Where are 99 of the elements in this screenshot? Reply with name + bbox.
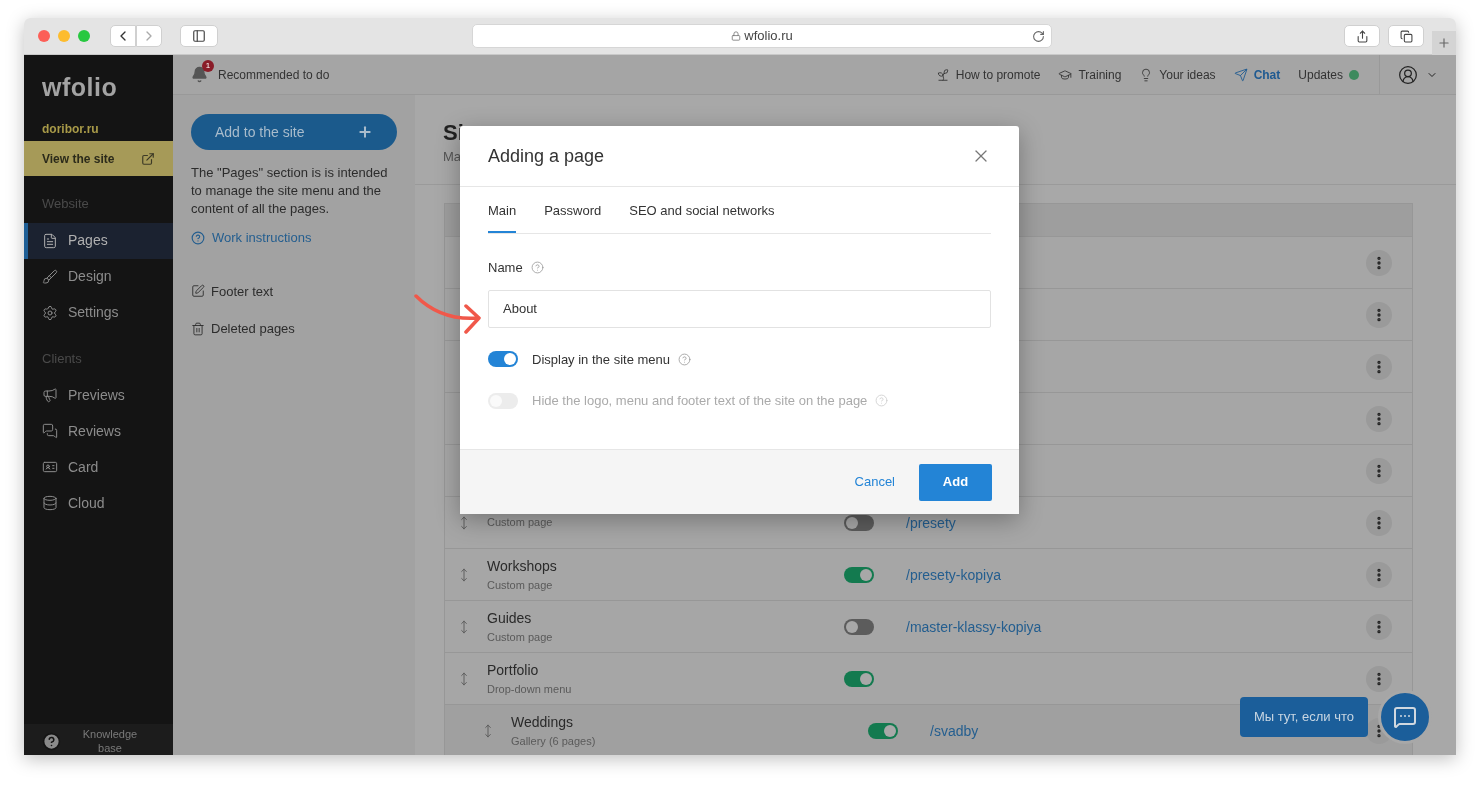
sidebar-item[interactable]: Settings: [24, 294, 173, 331]
notification-badge: 1: [202, 60, 214, 72]
paper-plane-icon: [1233, 67, 1248, 82]
database-icon: [42, 495, 58, 511]
modal-title: Adding a page: [488, 144, 605, 168]
page-type: Custom page: [487, 629, 554, 645]
sidebar-item[interactable]: Card: [24, 449, 173, 485]
address-text: wfolio.ru: [744, 27, 793, 46]
top-nav-link[interactable]: How to promote: [935, 65, 1041, 84]
more-options-button[interactable]: [1366, 457, 1392, 484]
help-icon: [191, 230, 205, 245]
chat-prompt-tooltip[interactable]: Мы тут, если что: [1239, 697, 1368, 737]
page-url-link[interactable]: /master-klassy-kopiya: [906, 618, 1042, 635]
toggle-switch[interactable]: [844, 566, 874, 583]
page-title: Weddings: [511, 712, 574, 732]
top-nav-link[interactable]: Chat: [1233, 65, 1281, 84]
top-nav-link[interactable]: Your ideas: [1139, 65, 1216, 84]
toggle-switch[interactable]: [488, 351, 518, 368]
add-to-site-button[interactable]: Add to the site: [191, 114, 397, 150]
page-title: Guides: [487, 608, 533, 628]
close-window-button[interactable]: [38, 30, 50, 42]
knowledge-base-link[interactable]: Knowledge base: [24, 724, 173, 755]
sidebar-item[interactable]: Pages: [24, 222, 173, 259]
site-domain[interactable]: doribor.ru: [24, 117, 173, 141]
share-icon: [1355, 29, 1369, 43]
id-card-icon: [42, 459, 58, 475]
trash-icon: [191, 321, 205, 336]
graduation-cap-icon: [1058, 67, 1073, 82]
page-url-link[interactable]: /presety-kopiya: [906, 566, 1001, 583]
more-options-button[interactable]: [1366, 665, 1392, 692]
user-avatar-icon[interactable]: [1398, 64, 1418, 85]
page-type: Custom page: [487, 515, 554, 531]
annotation-arrow: [414, 294, 482, 335]
more-options-button[interactable]: [1366, 249, 1392, 276]
plus-icon: [357, 124, 373, 140]
panel-link[interactable]: Footer text: [191, 281, 397, 301]
toggle-label: Display in the site menu: [532, 350, 670, 369]
sidebar-item[interactable]: Previews: [24, 377, 173, 413]
more-options-button[interactable]: [1366, 509, 1392, 536]
reload-icon[interactable]: [1032, 29, 1045, 43]
page-type: Drop-down menu: [487, 681, 573, 697]
share-button[interactable]: [1344, 25, 1380, 47]
field-label: Name: [488, 259, 523, 277]
more-options-button[interactable]: [1366, 561, 1392, 588]
bell-icon[interactable]: [191, 66, 208, 83]
page-type: Custom page: [487, 577, 554, 593]
tab[interactable]: Password: [544, 201, 602, 233]
address-bar[interactable]: wfolio.ru: [472, 24, 1052, 48]
more-options-button[interactable]: [1366, 405, 1392, 432]
help-icon: [678, 352, 691, 366]
lock-icon: [731, 31, 742, 41]
help-icon: [42, 731, 61, 751]
tab[interactable]: SEO and social networks: [629, 201, 775, 233]
page-type: Gallery (6 pages): [511, 733, 597, 749]
more-options-button[interactable]: [1366, 301, 1392, 328]
name-input-field[interactable]: About: [488, 289, 991, 328]
help-icon: [530, 261, 544, 275]
back-button[interactable]: [110, 25, 136, 47]
sidebar-item[interactable]: Design: [24, 258, 173, 295]
more-options-button[interactable]: [1366, 353, 1392, 380]
new-tab-button[interactable]: [1432, 31, 1456, 55]
tabs-overview-button[interactable]: [1388, 25, 1424, 47]
add-button[interactable]: Add: [919, 463, 992, 501]
more-options-button[interactable]: [1366, 613, 1392, 640]
cancel-button[interactable]: Cancel: [854, 472, 895, 492]
toggle-switch[interactable]: [844, 618, 874, 635]
page-title: Portfolio: [487, 660, 540, 680]
top-nav-link[interactable]: Updates: [1298, 65, 1359, 84]
toggle-label: Hide the logo, menu and footer text of the site on the page: [532, 392, 868, 410]
work-instructions-link[interactable]: Work instructions: [212, 228, 312, 248]
sprout-icon: [935, 67, 950, 82]
settings-icon: [42, 304, 58, 321]
view-site-button[interactable]: View the site: [24, 141, 173, 176]
sidebar-item[interactable]: Reviews: [24, 413, 173, 449]
toggle-switch[interactable]: [844, 514, 874, 531]
panel-link[interactable]: Deleted pages: [191, 319, 397, 339]
sidebar-panel-icon: [192, 29, 206, 43]
section-description: The "Pages" section is is intended to manage the site menu and the content of all the pages.: [191, 164, 389, 218]
top-nav-link[interactable]: Training: [1058, 65, 1122, 84]
tab[interactable]: Main: [488, 201, 517, 233]
plus-icon: [1437, 36, 1451, 50]
chat-icon: [1393, 705, 1417, 729]
recommendations-link[interactable]: Recommended to do: [218, 65, 330, 84]
edit-icon: [191, 284, 205, 299]
help-icon: [875, 394, 889, 408]
megaphone-icon: [42, 387, 58, 403]
external-link-icon: [141, 151, 155, 166]
brush-icon: [42, 268, 58, 285]
page-title: Workshops: [487, 556, 558, 576]
document-icon: [42, 232, 58, 249]
sidebar-item[interactable]: Cloud: [24, 485, 173, 521]
tabs-icon: [1399, 29, 1413, 43]
logo[interactable]: wfolio: [24, 55, 173, 117]
speech-bubbles-icon: [42, 423, 58, 439]
sidebar-toggle-button[interactable]: [180, 25, 218, 47]
toggle-switch[interactable]: [868, 722, 898, 739]
zoom-window-button[interactable]: [78, 30, 90, 42]
toggle-switch[interactable]: [844, 670, 874, 687]
page-subheading: Ma: [443, 148, 462, 166]
